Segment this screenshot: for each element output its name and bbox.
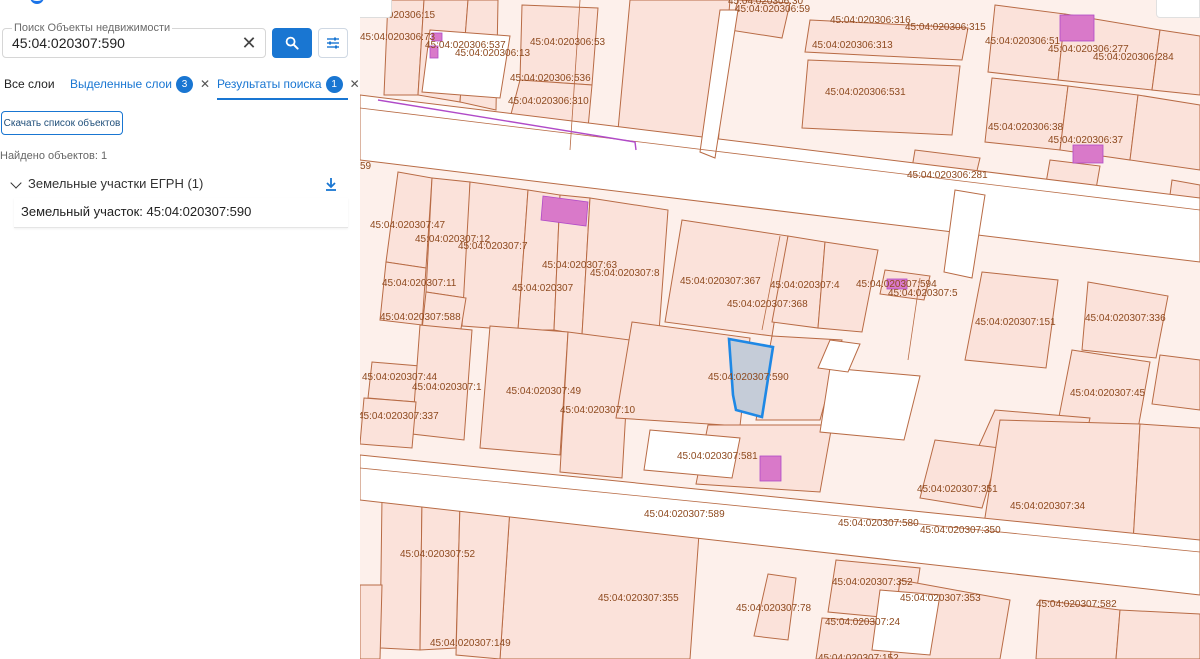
parcel-label: 45:04:020307:582: [1036, 599, 1117, 610]
download-icon[interactable]: [324, 176, 338, 192]
parcel-label: 45:04:020307:152: [818, 653, 899, 659]
parcel-label: 45:04:020306:284: [1093, 52, 1174, 63]
parcel-label: 45:04:020307:45: [1070, 388, 1146, 399]
parcel-label: 45:04:020307:78: [736, 603, 812, 614]
parcel: [360, 584, 383, 659]
search-button[interactable]: [272, 28, 312, 58]
parcel-label: 45:04:020307:52: [400, 549, 476, 560]
close-icon[interactable]: ✕: [350, 70, 360, 98]
result-item[interactable]: Земельный участок: 45:04:020307:590: [14, 198, 348, 228]
parcel-label: 45:04:020307:151: [975, 317, 1056, 328]
parcel-label: 45:04:020306:13: [455, 48, 531, 59]
parcel: [455, 503, 511, 659]
parcel-label: 45:04:020307:5: [888, 288, 958, 299]
parcel-label: 59: [360, 161, 372, 172]
chevron-down-icon[interactable]: [10, 177, 22, 189]
parcel-label: 45:04:020307:352: [832, 577, 913, 588]
parcel-label: 45:04:020307:589: [644, 509, 725, 520]
parcel-label: 45:04:020307:580: [838, 518, 919, 529]
cadastral-map[interactable]: 45:04:020306:15 45:04:020306:73 45:04:0203…: [360, 0, 1200, 659]
parcel-label: 45:04:020307:7: [458, 241, 528, 252]
parcel-label: 45:04:020307:337: [360, 411, 439, 422]
search-icon: [285, 36, 299, 50]
count-badge: 3: [175, 76, 193, 93]
parcel-label: 45:04:020306:59: [735, 4, 811, 15]
map-control[interactable]: [360, 0, 392, 18]
parcel-label: 45:04:020307:24: [825, 617, 901, 628]
parcel-label: 45:04:020307:588: [380, 312, 461, 323]
parcel-label: 45:04:020307:367: [680, 276, 761, 287]
filter-icon: [327, 37, 339, 49]
parcel-label: 45:04:020307:353: [900, 593, 981, 604]
parcel-label: 45:04:020306:531: [825, 87, 906, 98]
close-icon[interactable]: ✕: [239, 33, 259, 53]
tabs-bar: Все слои Выделенные слои 3 ✕ Результаты по…: [0, 70, 360, 100]
parcel-label: 45:04:020307:355: [598, 593, 679, 604]
building: [1072, 144, 1104, 164]
parcel: [1129, 94, 1200, 171]
result-group-header[interactable]: Земельные участки ЕГРН (1): [10, 176, 342, 192]
parcel-label: 45:04:020307:11: [382, 278, 457, 289]
search-panel: Поиск Объекты недвижимости ✕ Все слои Вы…: [0, 0, 360, 659]
tab-label: Результаты поиска: [217, 77, 322, 91]
found-count: Найдено объектов: 1: [0, 150, 108, 162]
building: [1059, 14, 1095, 42]
parcel-label: 45:04:020306:281: [907, 170, 988, 181]
search-label: Поиск Объекты недвижимости: [12, 22, 173, 34]
parcel-label: 45:04:020306:315: [905, 22, 986, 33]
tab-label: Выделенные слои: [70, 77, 172, 91]
parcel-label: 45:04:020306:37: [1048, 135, 1124, 146]
building: [759, 455, 782, 482]
parcel-label: 45:04:020307: [512, 283, 574, 294]
parcel-label: 45:04:020307:149: [430, 638, 511, 649]
parcel-label: 45:04:020307:336: [1085, 313, 1166, 324]
parcel-label: 45:04:020307:581: [677, 451, 758, 462]
tab-label: Все слои: [4, 77, 55, 91]
parcel-label: 45:04:020307:368: [727, 299, 808, 310]
parcel: [461, 181, 529, 331]
parcel-label: 45:04:020306:38: [988, 122, 1064, 133]
parcel: [379, 497, 423, 651]
tab-search-results[interactable]: Результаты поиска 1 ✕: [217, 70, 360, 100]
filter-button[interactable]: [318, 28, 348, 58]
parcel-label: 45:04:020307:47: [370, 220, 446, 231]
parcel-label: 45:04:020307:590: [708, 372, 789, 383]
parcel-label: 45:04:020306:53: [530, 37, 606, 48]
map-canvas[interactable]: 45:04:020306:1545:04:020306:7345:04:0203…: [360, 0, 1200, 659]
parcel-label: 45:04:020307:351: [917, 484, 998, 495]
search-input[interactable]: [12, 35, 232, 51]
tab-selected-layers[interactable]: Выделенные слои 3 ✕: [70, 70, 210, 100]
parcel-label: 45:04:020307:49: [506, 386, 582, 397]
parcel-label: 45:04:020307:4: [770, 280, 840, 291]
map-control[interactable]: [1156, 0, 1200, 18]
parcel: [1115, 609, 1200, 659]
logo: [30, 0, 44, 4]
group-title: Земельные участки ЕГРН (1): [28, 176, 204, 191]
parcel-label: 45:04:020307:8: [590, 268, 660, 279]
count-badge: 1: [325, 76, 343, 93]
parcel-label: 45:04:020307:350: [920, 525, 1001, 536]
parcel: [419, 499, 461, 651]
parcel: [1151, 354, 1200, 411]
download-list-button[interactable]: Скачать список объектов: [1, 111, 123, 135]
parcel-label: 45:04:020306:310: [508, 96, 589, 107]
parcel-label: 45:04:020306:316: [830, 15, 911, 26]
parcel: [360, 397, 417, 449]
parcel-label: 45:04:020307:34: [1010, 501, 1086, 512]
parcel-label: 45:04:020306:536: [510, 73, 591, 84]
parcel-label: 45:04:020307:1: [412, 382, 482, 393]
street: [819, 367, 921, 441]
parcel-label: 45:04:020306:313: [812, 40, 893, 51]
search-field[interactable]: Поиск Объекты недвижимости ✕: [2, 22, 266, 58]
close-icon[interactable]: ✕: [200, 70, 210, 98]
tab-all-layers[interactable]: Все слои: [4, 70, 55, 100]
parcel-label: 45:04:020307:10: [560, 405, 636, 416]
